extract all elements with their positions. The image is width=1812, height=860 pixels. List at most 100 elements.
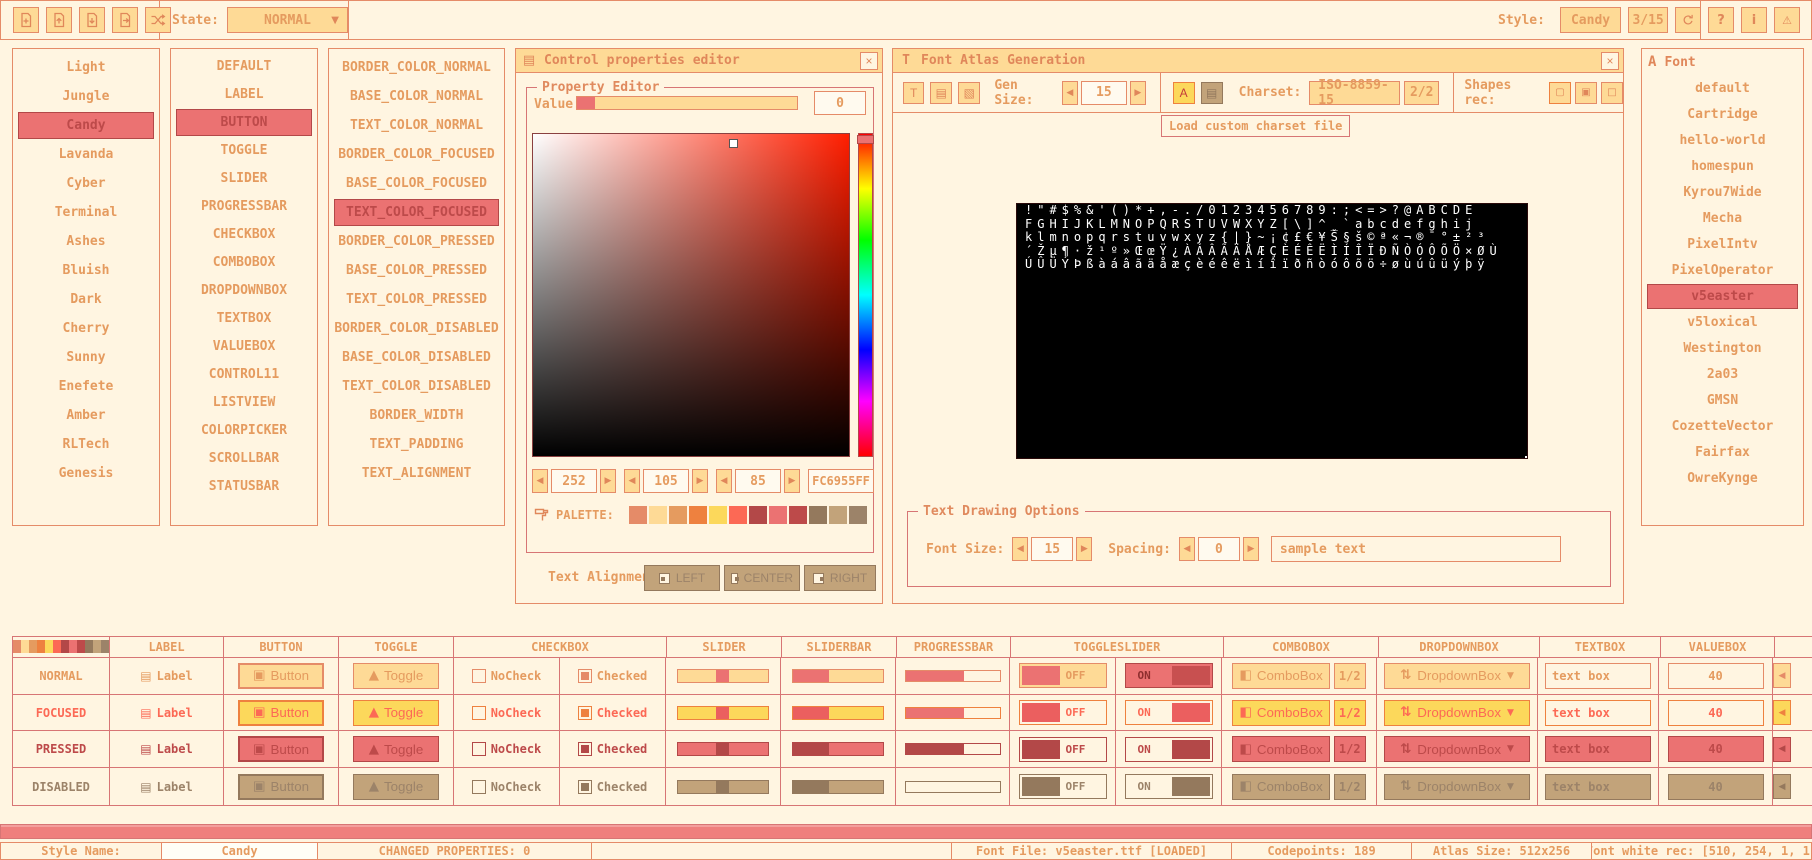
control-list-item[interactable]: COLORPICKER — [176, 417, 312, 444]
style-name-box[interactable]: Candy — [1560, 7, 1621, 33]
font-list-item[interactable]: GMSN — [1647, 388, 1798, 413]
font-atlas-image[interactable]: !"#$%&'()*+,-./0123456789:;<=>?@ABCDEFGH… — [1016, 203, 1528, 459]
value-box[interactable]: 0 — [814, 91, 866, 115]
property-list-item[interactable]: TEXT_COLOR_NORMAL — [334, 112, 499, 139]
font-list-item[interactable]: Kyrou7Wide — [1647, 180, 1798, 205]
export-atlas-image-button[interactable]: ▧ — [958, 82, 980, 104]
demo-slider[interactable] — [677, 669, 769, 683]
spin-left-icon[interactable]: ◀ — [716, 469, 732, 493]
demo-valuebox[interactable]: 40 — [1668, 700, 1764, 726]
slider-knob[interactable] — [716, 707, 729, 719]
font-list-item[interactable]: PixelOperator — [1647, 258, 1798, 283]
demo-toggleslider-on[interactable]: ON — [1125, 774, 1213, 799]
spin-left-icon[interactable]: ◀ — [1179, 537, 1195, 561]
style-list-item[interactable]: Amber — [18, 402, 154, 429]
demo-textbox[interactable]: text box — [1545, 736, 1651, 762]
toggleslider-knob[interactable] — [1022, 703, 1060, 722]
demo-checkbox-unchecked[interactable]: NoCheck — [472, 669, 542, 683]
align-left-button[interactable]: LEFT — [644, 565, 720, 591]
demo-checkbox-unchecked[interactable]: NoCheck — [472, 742, 542, 756]
slider-knob[interactable] — [716, 781, 729, 793]
toggleslider-knob[interactable] — [1172, 777, 1210, 796]
spin-right-icon[interactable]: ▶ — [692, 469, 708, 493]
demo-valuebox[interactable]: 40 — [1668, 774, 1764, 800]
spin-right-icon[interactable]: ▶ — [1130, 81, 1146, 105]
demo-textbox[interactable]: text box — [1545, 663, 1651, 689]
demo-checkbox-checked[interactable]: Checked — [578, 742, 648, 756]
charset-value-box[interactable]: ISO-8859-15 — [1309, 81, 1400, 105]
load-font-button[interactable]: ▤ — [930, 82, 952, 104]
atlas-close-button[interactable]: × — [1601, 52, 1619, 70]
control-list-item[interactable]: TEXTBOX — [176, 305, 312, 332]
toggleslider-knob[interactable] — [1022, 666, 1060, 685]
palette-swatch[interactable] — [848, 505, 868, 525]
demo-dropdownbox[interactable]: ⇅DropdownBox▼ — [1384, 774, 1530, 800]
spacing-value[interactable]: 0 — [1198, 537, 1240, 561]
palette-swatch[interactable] — [53, 640, 61, 653]
demo-button[interactable]: ▣Button — [238, 700, 324, 726]
demo-checkbox-unchecked[interactable]: NoCheck — [472, 706, 542, 720]
font-list-item[interactable]: Fairfax — [1647, 440, 1798, 465]
demo-sliderbar[interactable] — [792, 706, 884, 720]
horizontal-scrollbar[interactable] — [0, 824, 1812, 839]
palette-swatch[interactable] — [808, 505, 828, 525]
control-list-item[interactable]: LISTVIEW — [176, 389, 312, 416]
combobox-index[interactable]: 1/2 — [1334, 736, 1366, 762]
demo-toggle[interactable]: ▲Toggle — [353, 700, 439, 726]
spin-left-icon[interactable]: ◀ — [1773, 737, 1791, 762]
demo-button[interactable]: ▣Button — [238, 663, 324, 689]
combobox-index[interactable]: 1/2 — [1334, 663, 1366, 689]
palette-swatch[interactable] — [85, 640, 93, 653]
blue-value[interactable]: 85 — [735, 469, 781, 493]
style-list-item[interactable]: Light — [18, 54, 154, 81]
palette-swatch[interactable] — [708, 505, 728, 525]
issue-button[interactable]: ⚠ — [1774, 7, 1800, 33]
property-list-item[interactable]: TEXT_COLOR_PRESSED — [334, 286, 499, 313]
palette-swatch[interactable] — [748, 505, 768, 525]
hue-bar-handle[interactable] — [857, 135, 874, 144]
charset-page-box[interactable]: 2/2 — [1404, 81, 1439, 105]
property-list-item[interactable]: TEXT_PADDING — [334, 431, 499, 458]
color-picker-panel[interactable] — [532, 133, 850, 457]
font-list-item[interactable]: Cartridge — [1647, 102, 1798, 127]
green-value[interactable]: 105 — [643, 469, 689, 493]
spin-right-icon[interactable]: ▶ — [1076, 537, 1092, 561]
property-list-item[interactable]: TEXT_COLOR_FOCUSED — [334, 199, 499, 226]
palette-swatch[interactable] — [688, 505, 708, 525]
font-list-item[interactable]: OwreKynge — [1647, 466, 1798, 491]
font-list-item[interactable]: 2a03 — [1647, 362, 1798, 387]
spin-left-icon[interactable]: ◀ — [1062, 81, 1078, 105]
clear-charset-button[interactable]: ▤ — [1201, 82, 1223, 104]
spin-right-icon[interactable]: ▶ — [600, 469, 616, 493]
control-list-item[interactable]: COMBOBOX — [176, 249, 312, 276]
font-list-item[interactable]: v5easter — [1647, 284, 1798, 309]
reload-style-button[interactable] — [1675, 7, 1701, 33]
palette-swatch[interactable] — [728, 505, 748, 525]
demo-checkbox-checked[interactable]: Checked — [578, 780, 648, 794]
palette-swatch[interactable] — [768, 505, 788, 525]
state-dropdown[interactable]: NORMAL ▼ — [227, 7, 348, 33]
toggleslider-knob[interactable] — [1022, 777, 1060, 796]
style-list-item[interactable]: Terminal — [18, 199, 154, 226]
demo-button[interactable]: ▣Button — [238, 774, 324, 800]
font-text-tool-button[interactable]: T — [903, 82, 924, 104]
toggleslider-knob[interactable] — [1172, 666, 1210, 685]
palette-swatch[interactable] — [788, 505, 808, 525]
shapes-rec-button-2[interactable]: ▣ — [1575, 82, 1597, 104]
demo-toggleslider-off[interactable]: OFF — [1019, 663, 1107, 688]
style-list-item[interactable]: Genesis — [18, 460, 154, 487]
font-list-item[interactable]: v5loxical — [1647, 310, 1798, 335]
control-list-item[interactable]: STATUSBAR — [176, 473, 312, 500]
palette-swatch[interactable] — [628, 505, 648, 525]
demo-combobox[interactable]: ◧ComboBox — [1232, 736, 1330, 762]
load-style-button[interactable] — [46, 7, 72, 33]
demo-toggleslider-on[interactable]: ON — [1125, 737, 1213, 762]
help-button[interactable]: ? — [1708, 7, 1734, 33]
control-list-item[interactable]: CHECKBOX — [176, 221, 312, 248]
demo-combobox[interactable]: ◧ComboBox — [1232, 663, 1330, 689]
hex-color-box[interactable]: FC6955FF — [808, 469, 874, 493]
control-list-item[interactable]: DROPDOWNBOX — [176, 277, 312, 304]
font-list-item[interactable]: PixelIntv — [1647, 232, 1798, 257]
demo-slider[interactable] — [677, 742, 769, 756]
palette-swatch[interactable] — [668, 505, 688, 525]
